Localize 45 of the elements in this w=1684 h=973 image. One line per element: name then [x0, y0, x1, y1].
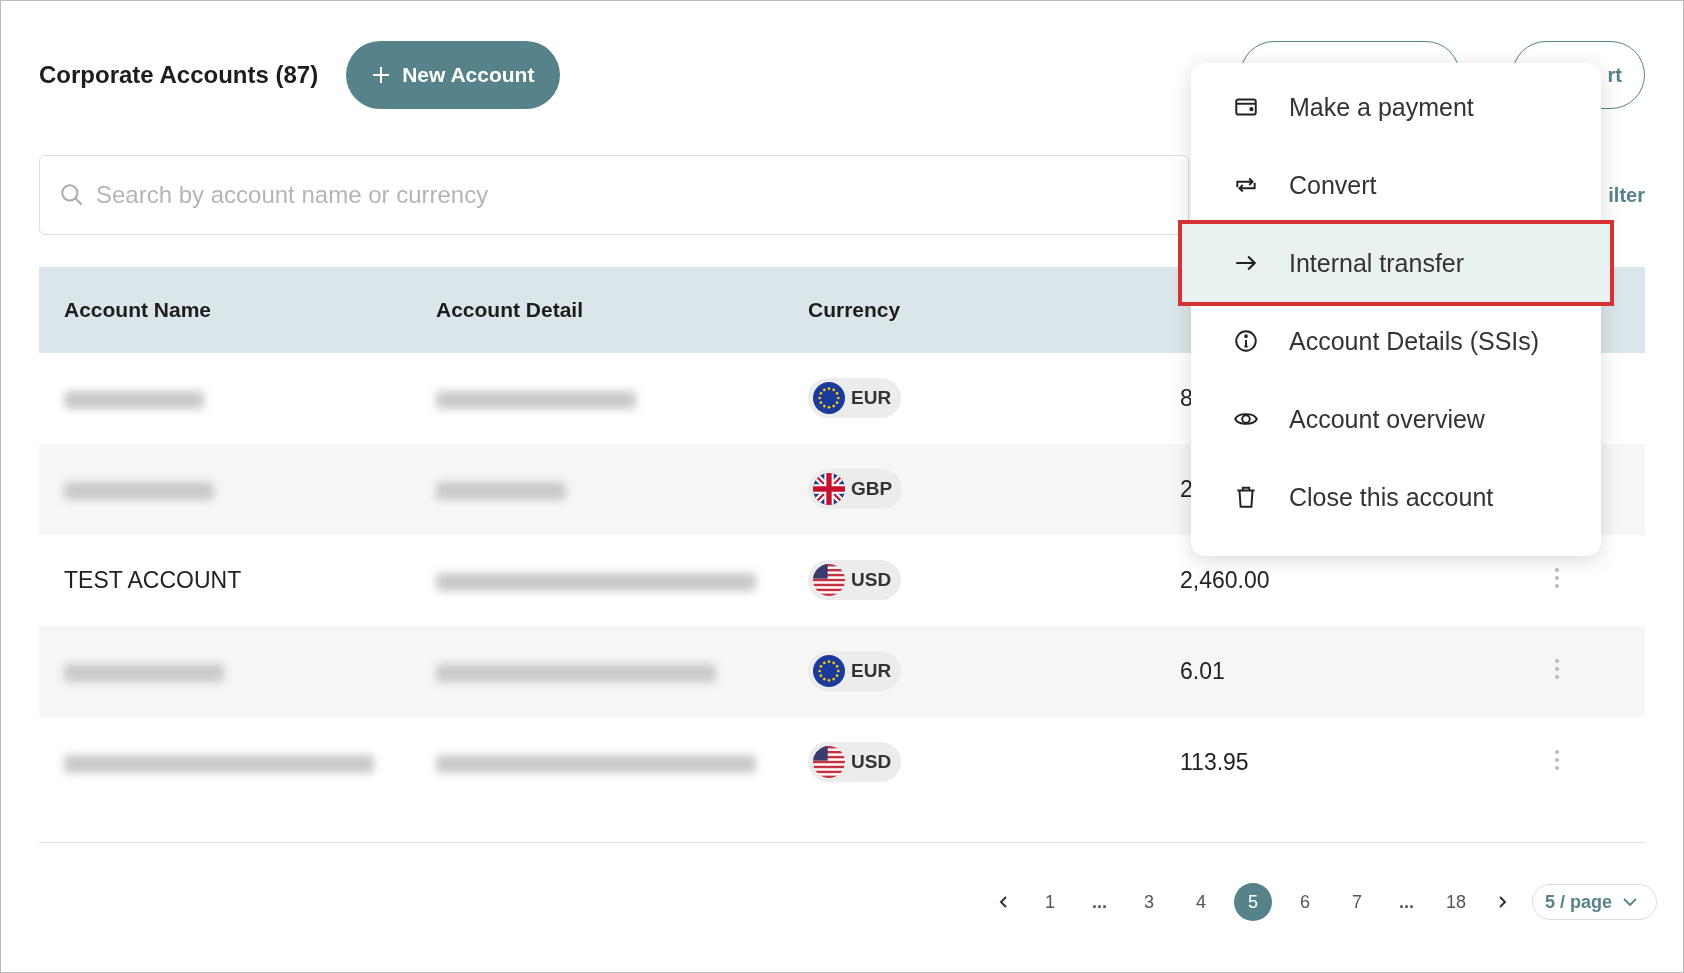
currency-chip: GBP — [808, 468, 903, 509]
page-button[interactable]: 7 — [1337, 883, 1376, 921]
eu-flag-icon — [813, 381, 845, 414]
more-options-icon[interactable] — [1554, 657, 1560, 680]
info-icon — [1233, 328, 1259, 354]
menu-item[interactable]: Convert — [1191, 146, 1601, 224]
page-title: Corporate Accounts (87) — [39, 61, 319, 89]
balance-amount: 2 — [1180, 476, 1193, 502]
eu-flag-icon — [813, 654, 845, 687]
page-button[interactable]: 18 — [1436, 883, 1475, 921]
menu-item[interactable]: Close this account — [1191, 458, 1601, 536]
pagination-ellipsis: ... — [1398, 891, 1414, 913]
plus-icon — [372, 66, 391, 84]
balance-amount: 2,460.00 — [1180, 567, 1270, 593]
menu-item[interactable]: Make a payment — [1191, 68, 1601, 146]
page-size-dropdown[interactable]: 5 / page — [1531, 884, 1657, 920]
more-options-icon[interactable] — [1554, 566, 1560, 589]
chevron-down-icon — [1622, 897, 1638, 907]
page-button[interactable]: 4 — [1181, 883, 1220, 921]
currency-chip: USD — [808, 741, 902, 782]
pagination-ellipsis: ... — [1091, 891, 1107, 913]
menu-item[interactable]: Account Details (SSIs) — [1191, 302, 1601, 380]
page-button[interactable]: 5 — [1233, 883, 1272, 921]
uk-flag-icon — [813, 472, 845, 505]
page-button[interactable]: 3 — [1129, 883, 1168, 921]
account-name: TEST ACCOUNT — [64, 567, 242, 593]
search-field[interactable]: Search by account name or currency — [39, 155, 1189, 235]
currency-chip: USD — [808, 559, 902, 600]
more-options-icon[interactable] — [1554, 748, 1560, 771]
page-button[interactable]: 6 — [1285, 883, 1324, 921]
balance-amount: 6.01 — [1180, 658, 1225, 684]
balance-amount: 8 — [1180, 385, 1193, 411]
new-account-button[interactable]: New Account — [346, 41, 561, 109]
filter-link[interactable]: ilter — [1608, 183, 1645, 207]
us-flag-icon — [813, 563, 845, 596]
menu-item[interactable]: Account overview — [1191, 380, 1601, 458]
currency-chip: EUR — [808, 650, 902, 691]
page-button[interactable]: 1 — [1030, 883, 1069, 921]
us-flag-icon — [813, 745, 845, 778]
column-header: Currency — [783, 267, 1155, 353]
column-header: Account Detail — [411, 267, 783, 353]
column-header: Account Name — [39, 267, 411, 353]
search-icon — [59, 182, 85, 208]
balance-amount: 113.95 — [1180, 749, 1249, 775]
currency-chip: EUR — [808, 377, 902, 418]
